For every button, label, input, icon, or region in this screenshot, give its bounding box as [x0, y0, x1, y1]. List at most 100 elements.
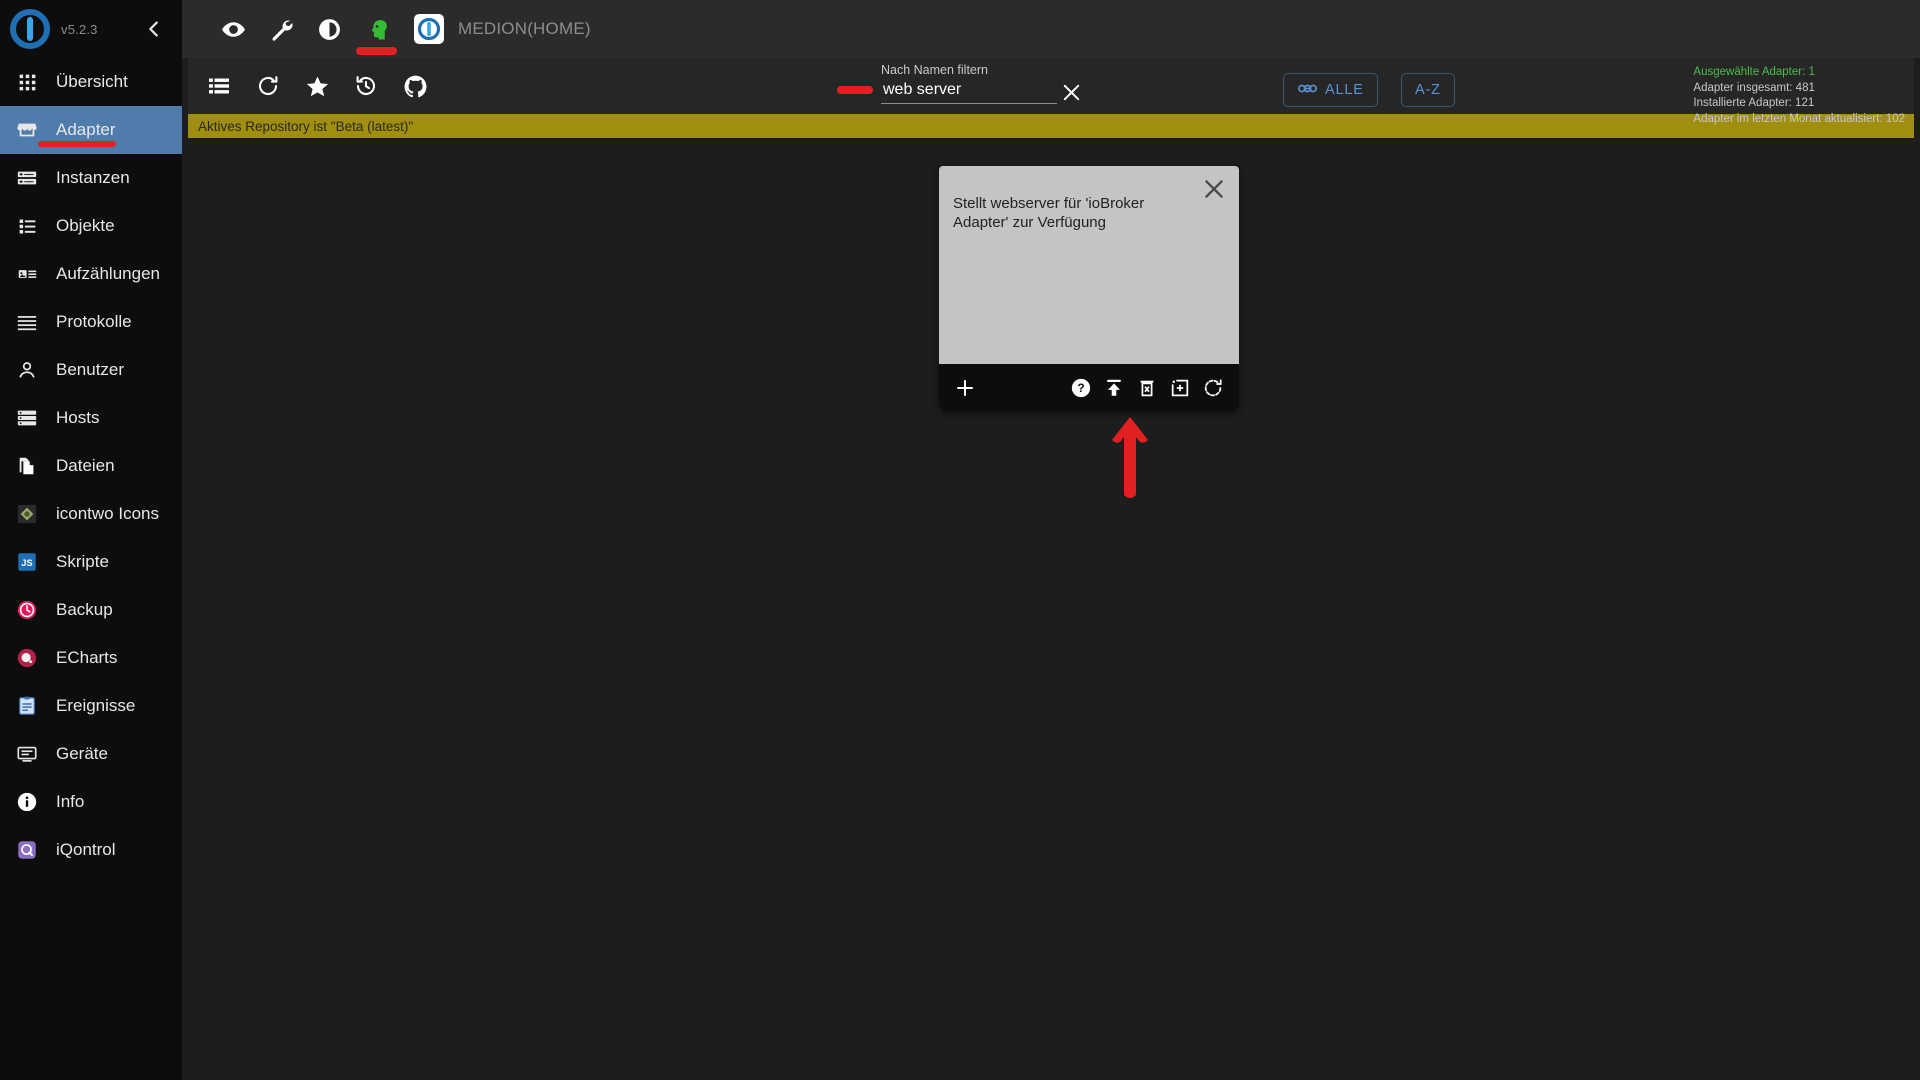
sidebar-item-ubersicht[interactable]: Übersicht [0, 58, 182, 106]
main-area: MEDION(HOME) Nach Namen filtern web serv… [182, 0, 1920, 1080]
sidebar-item-label: Aufzählungen [56, 264, 160, 283]
red-up-arrow-annotation [1108, 413, 1152, 506]
rebuild-refresh-icon[interactable] [1200, 375, 1226, 401]
enum-icon [14, 261, 40, 287]
star-icon[interactable] [303, 72, 331, 100]
sidebar-nav: Übersicht Adapter Instanzen Objekte Aufz… [0, 58, 182, 874]
repository-banner-text: Aktives Repository ist "Beta (latest)" [198, 118, 414, 134]
eye-icon[interactable] [218, 14, 248, 44]
adapter-stats: Ausgewählte Adapter: 1 Adapter insgesamt… [1693, 65, 1905, 127]
files-icon [14, 453, 40, 479]
sidebar-item-echarts[interactable]: ECharts [0, 634, 182, 682]
sidebar-item-label: Benutzer [56, 360, 125, 379]
sidebar-item-skripte[interactable]: JS Skripte [0, 538, 182, 586]
sidebar-item-label: Protokolle [56, 312, 132, 331]
update-history-icon[interactable] [352, 72, 380, 100]
sidebar-item-label: Instanzen [56, 168, 130, 187]
sidebar-item-label: Info [56, 792, 85, 811]
iqontrol-icon [14, 837, 40, 863]
sidebar-item-protokolle[interactable]: Protokolle [0, 298, 182, 346]
sidebar-item-label: icontwo Icons [56, 504, 159, 523]
hosts-icon [14, 405, 40, 431]
sidebar-item-label: iQontrol [56, 840, 116, 859]
stats-selected: Ausgewählte Adapter: 1 [1693, 66, 1815, 78]
help-question-icon[interactable]: ? [1068, 375, 1094, 401]
sidebar-item-instanzen[interactable]: Instanzen [0, 154, 182, 202]
stats-installed: Installierte Adapter: 121 [1693, 97, 1815, 109]
sidebar-item-iqontrol[interactable]: iQontrol [0, 826, 182, 874]
sort-az-button[interactable]: A-Z [1401, 73, 1455, 107]
sidebar-item-label: Hosts [56, 408, 100, 427]
svg-text:?: ? [1077, 381, 1084, 395]
github-icon[interactable] [401, 72, 429, 100]
sidebar-item-gerate[interactable]: Geräte [0, 730, 182, 778]
sort-az-label: A-Z [1415, 82, 1441, 98]
filter-all-button[interactable]: ALLE [1283, 73, 1378, 107]
upload-upgrade-icon[interactable] [1101, 375, 1127, 401]
wrench-icon[interactable] [266, 14, 296, 44]
sidebar-item-label: Geräte [56, 744, 108, 763]
list-icon [14, 213, 40, 239]
adapter-description: Stellt webserver für 'ioBroker Adapter' … [953, 195, 1145, 231]
chevron-left-icon[interactable] [143, 18, 165, 40]
expert-mode-head-icon[interactable] [356, 14, 397, 55]
sidebar-item-benutzer[interactable]: Benutzer [0, 346, 182, 394]
sidebar-item-backup[interactable]: Backup [0, 586, 182, 634]
install-box-plus-icon[interactable] [1167, 375, 1193, 401]
logs-icon [14, 309, 40, 335]
iobroker-logo-icon [10, 9, 50, 49]
search-label: Nach Namen filtern [881, 63, 988, 77]
sidebar-item-adapter[interactable]: Adapter [0, 106, 182, 154]
adapter-card-area: Stellt webserver für 'ioBroker Adapter' … [188, 138, 1914, 1056]
repository-banner: Aktives Repository ist "Beta (latest)" [188, 114, 1914, 138]
devices-icon [14, 741, 40, 767]
echarts-icon [14, 645, 40, 671]
search-block: Nach Namen filtern [837, 63, 1093, 104]
stats-updated: Adapter im letzten Monat aktualisiert: 1… [1693, 112, 1905, 125]
top-toolbar: MEDION(HOME) [182, 0, 1920, 58]
instances-icon [14, 165, 40, 191]
sidebar-item-ereignisse[interactable]: Ereignisse [0, 682, 182, 730]
store-icon [14, 117, 40, 143]
javascript-icon: JS [14, 549, 40, 575]
iobroker-admin-window: v5.2.3 Übersicht Adapter Instanzen Objek… [0, 0, 1920, 1080]
sidebar-item-aufzahlungen[interactable]: Aufzählungen [0, 250, 182, 298]
sidebar-item-label: Backup [56, 600, 113, 619]
person-icon [14, 357, 40, 383]
sidebar-item-icontwo-icons[interactable]: icontwo Icons [0, 490, 182, 538]
sidebar-item-label: Dateien [56, 456, 115, 475]
close-icon[interactable] [1201, 176, 1227, 202]
brand-header: v5.2.3 [0, 0, 182, 58]
stats-total: Adapter insgesamt: 481 [1693, 81, 1815, 94]
adapter-card: Stellt webserver für 'ioBroker Adapter' … [939, 166, 1239, 411]
sidebar-item-label: Ereignisse [56, 696, 136, 715]
delete-trash-icon[interactable] [1134, 375, 1160, 401]
red-marker-annotation [837, 86, 873, 94]
infinity-icon [1297, 82, 1318, 99]
close-icon[interactable] [1059, 80, 1083, 104]
version-label: v5.2.3 [61, 21, 98, 37]
sidebar-item-label: Objekte [56, 216, 115, 235]
icontwo-icon [14, 501, 40, 527]
sidebar-item-hosts[interactable]: Hosts [0, 394, 182, 442]
backup-icon [14, 597, 40, 623]
red-underline-annotation [356, 47, 397, 55]
sidebar-item-label: ECharts [56, 648, 118, 667]
sidebar-item-dateien[interactable]: Dateien [0, 442, 182, 490]
iobroker-logo-icon[interactable] [414, 14, 444, 44]
sidebar-item-objekte[interactable]: Objekte [0, 202, 182, 250]
list-view-icon[interactable] [205, 72, 233, 100]
sidebar-item-info[interactable]: Info [0, 778, 182, 826]
sidebar-item-label: Übersicht [56, 72, 128, 91]
filter-all-label: ALLE [1325, 82, 1364, 98]
adapter-card-body: Stellt webserver für 'ioBroker Adapter' … [939, 166, 1239, 364]
sidebar: v5.2.3 Übersicht Adapter Instanzen Objek… [0, 0, 182, 1080]
host-name-label: MEDION(HOME) [458, 19, 591, 38]
theme-contrast-icon[interactable] [314, 14, 344, 44]
info-icon [14, 789, 40, 815]
search-input[interactable] [881, 81, 1057, 104]
add-instance-plus-icon[interactable] [952, 375, 978, 401]
sidebar-item-label: Adapter [56, 120, 116, 139]
events-icon [14, 693, 40, 719]
refresh-icon[interactable] [254, 72, 282, 100]
